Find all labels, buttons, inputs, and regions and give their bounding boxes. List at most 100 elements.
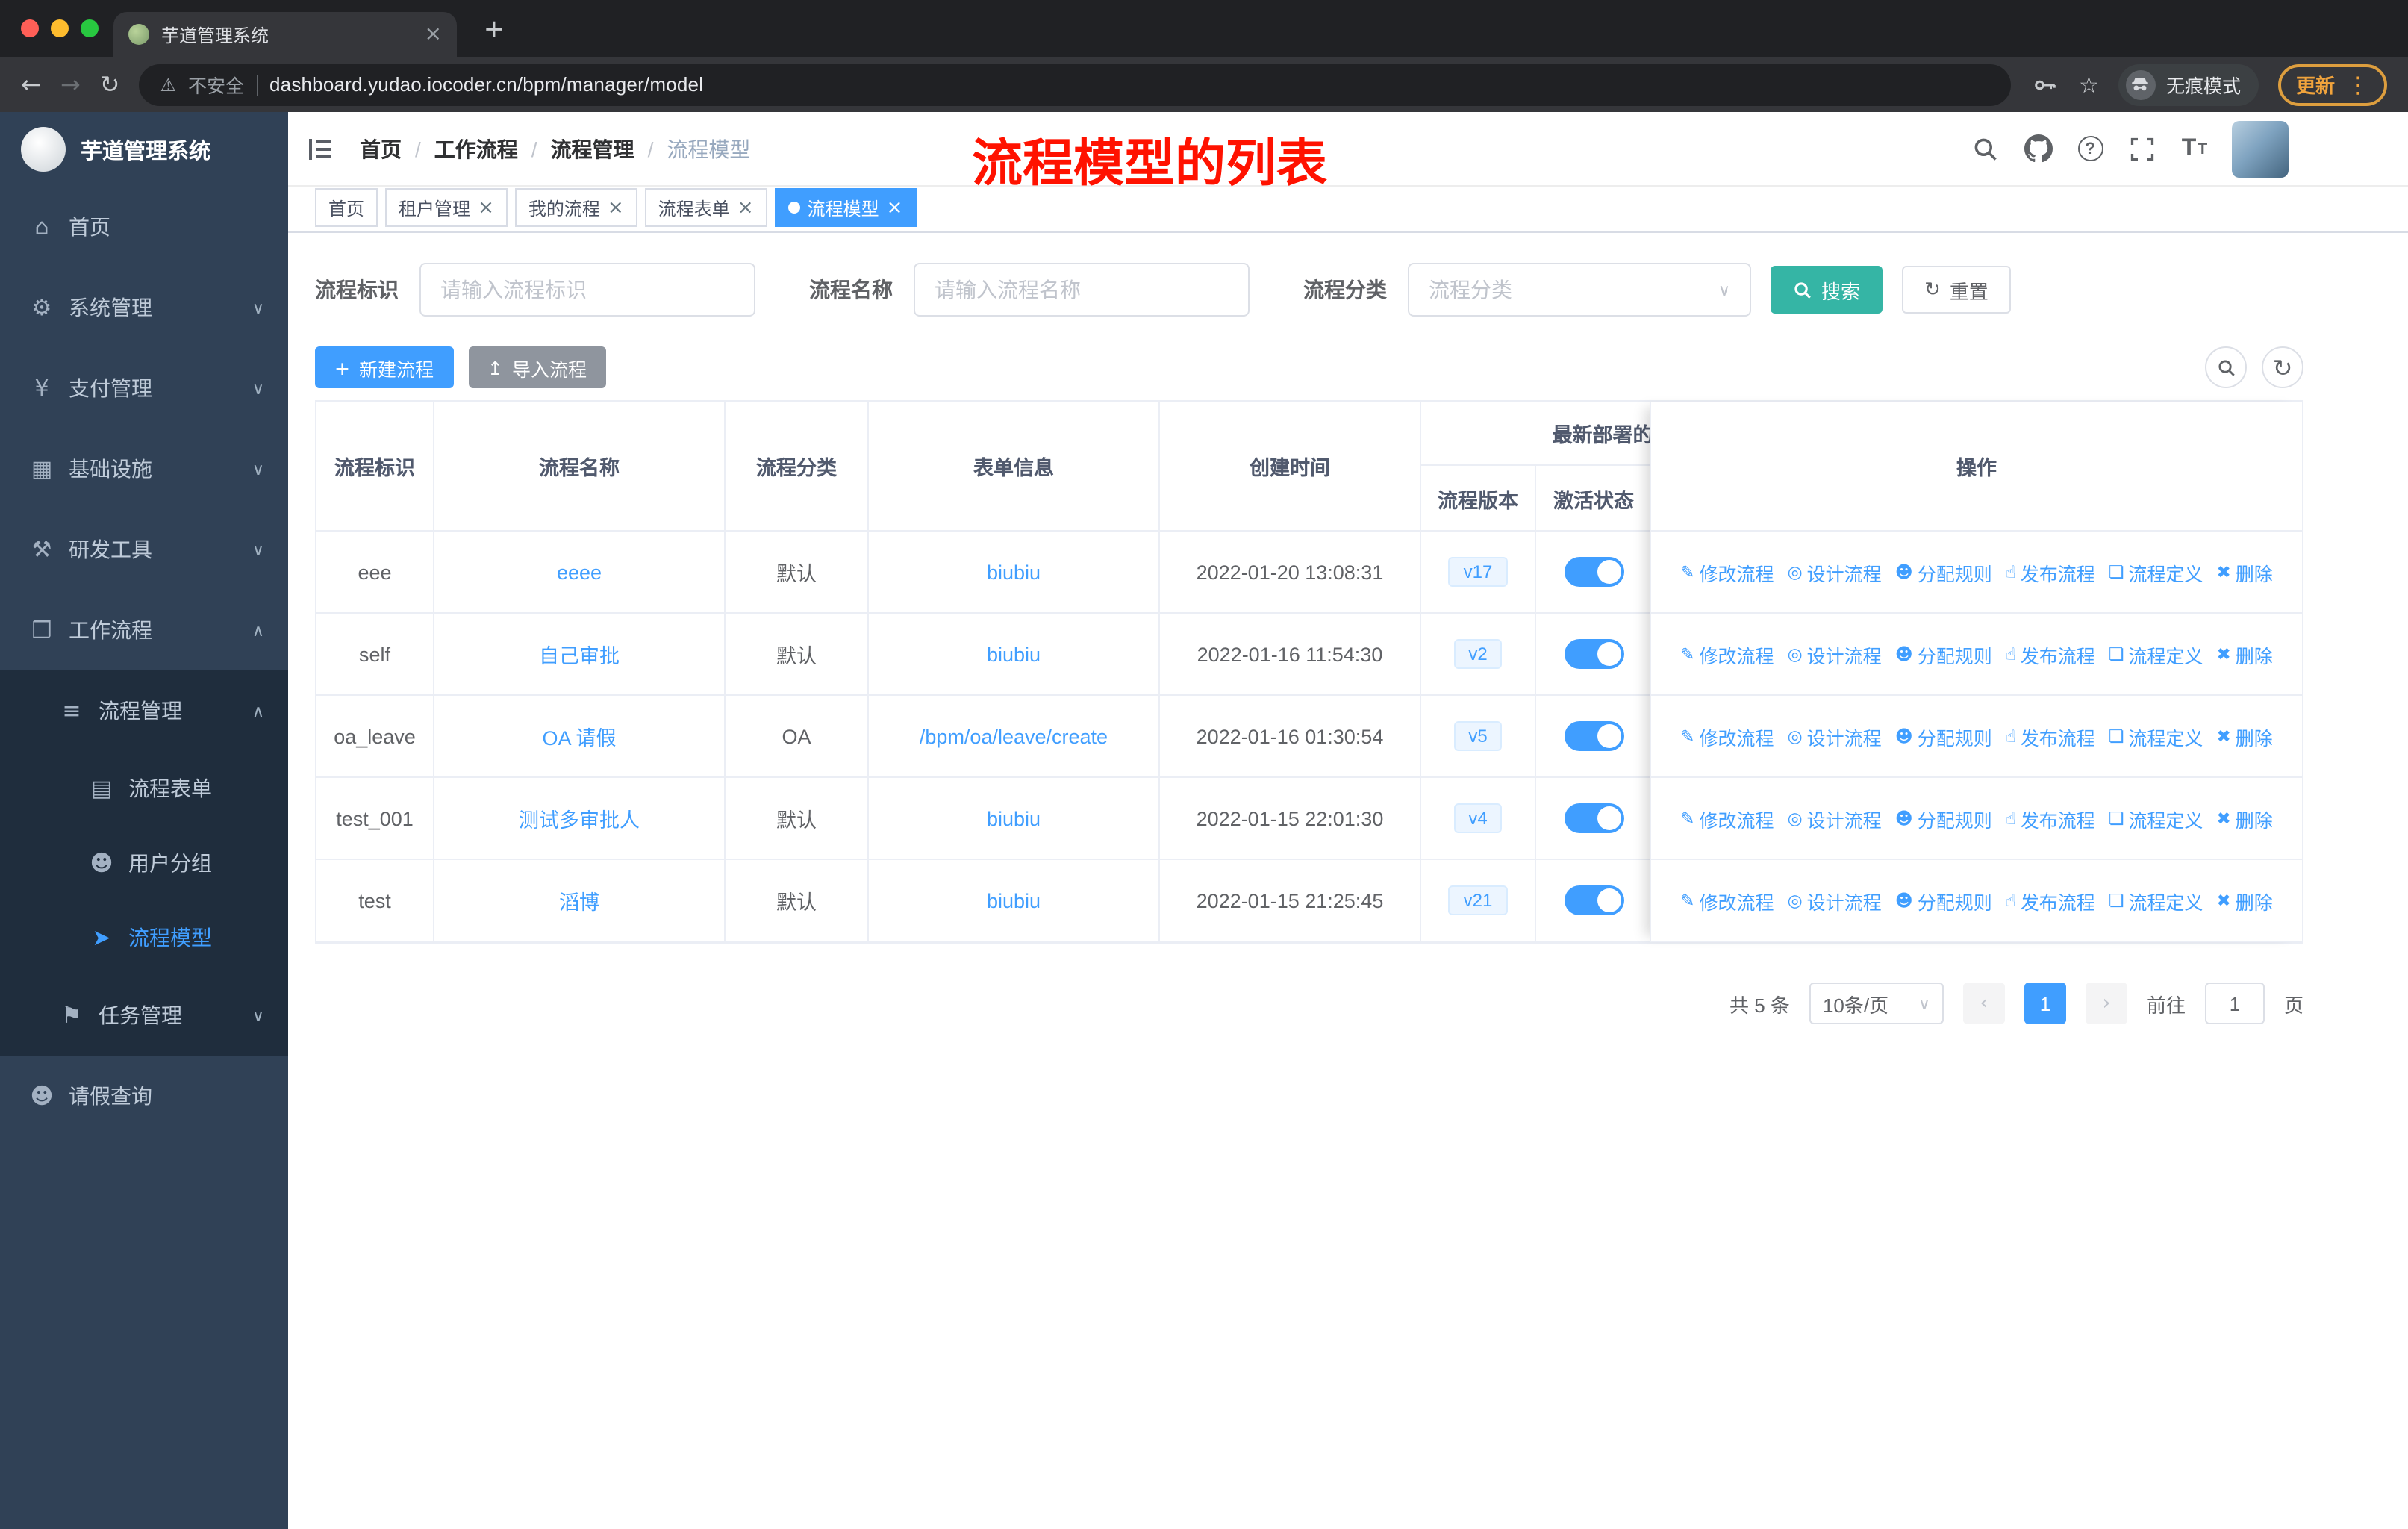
- action-delete-link[interactable]: 删除: [2216, 640, 2273, 668]
- search-button[interactable]: 搜索: [1771, 266, 1883, 314]
- form-info-link[interactable]: biubiu: [987, 889, 1041, 912]
- action-delete-link[interactable]: 删除: [2216, 558, 2273, 586]
- action-deploy-link[interactable]: 发布流程: [2006, 804, 2095, 832]
- action-definition-link[interactable]: 流程定义: [2109, 558, 2203, 586]
- browser-tab[interactable]: 芋道管理系统 ×: [113, 12, 457, 57]
- toggle-search-button[interactable]: [2205, 346, 2247, 388]
- browser-menu-icon[interactable]: ⋮: [2347, 71, 2369, 98]
- sidebar-item-user-group[interactable]: 用户分组: [0, 826, 288, 900]
- action-update-link[interactable]: 修改流程: [1680, 886, 1774, 915]
- fullscreen-icon[interactable]: [2127, 134, 2157, 164]
- process-category-select[interactable]: 流程分类: [1408, 263, 1751, 317]
- action-design-link[interactable]: 设计流程: [1788, 558, 1882, 586]
- action-design-link[interactable]: 设计流程: [1788, 640, 1882, 668]
- tag-process-form[interactable]: 流程表单: [644, 188, 767, 227]
- window-close-button[interactable]: [21, 19, 39, 37]
- action-design-link[interactable]: 设计流程: [1788, 804, 1882, 832]
- tag-close-icon[interactable]: [737, 198, 754, 217]
- github-icon[interactable]: [2023, 134, 2053, 164]
- form-info-link[interactable]: biubiu: [987, 807, 1041, 829]
- window-minimize-button[interactable]: [51, 19, 69, 37]
- active-toggle[interactable]: [1564, 639, 1623, 669]
- form-info-link[interactable]: biubiu: [987, 643, 1041, 665]
- action-definition-link[interactable]: 流程定义: [2109, 804, 2203, 832]
- sidebar-item-process-form[interactable]: 流程表单: [0, 751, 288, 826]
- goto-page-input[interactable]: [2204, 983, 2265, 1024]
- page-size-select[interactable]: 10条/页: [1809, 983, 1944, 1024]
- create-process-button[interactable]: + 新建流程: [315, 346, 453, 388]
- tag-my-process[interactable]: 我的流程: [514, 188, 637, 227]
- active-toggle[interactable]: [1564, 885, 1623, 915]
- action-delete-link[interactable]: 删除: [2216, 804, 2273, 832]
- action-definition-link[interactable]: 流程定义: [2109, 722, 2203, 750]
- action-assign-rule-link[interactable]: 分配规则: [1895, 558, 1992, 586]
- active-toggle[interactable]: [1564, 803, 1623, 833]
- user-avatar[interactable]: [2232, 120, 2289, 177]
- active-toggle[interactable]: [1564, 721, 1623, 751]
- back-icon[interactable]: ←: [21, 72, 41, 96]
- action-update-link[interactable]: 修改流程: [1680, 640, 1774, 668]
- tag-close-icon[interactable]: [887, 198, 903, 217]
- sidebar-item-home[interactable]: 首页: [0, 187, 288, 267]
- tag-close-icon[interactable]: [608, 198, 624, 217]
- action-deploy-link[interactable]: 发布流程: [2006, 886, 2095, 915]
- process-key-input[interactable]: [419, 263, 755, 317]
- tag-home[interactable]: 首页: [315, 188, 378, 227]
- next-page-button[interactable]: [2085, 983, 2127, 1024]
- action-definition-link[interactable]: 流程定义: [2109, 640, 2203, 668]
- process-name-input[interactable]: [914, 263, 1250, 317]
- process-name-link[interactable]: eeee: [557, 561, 602, 583]
- tab-close-icon[interactable]: ×: [425, 24, 442, 45]
- action-design-link[interactable]: 设计流程: [1788, 886, 1882, 915]
- action-update-link[interactable]: 修改流程: [1680, 722, 1774, 750]
- address-bar[interactable]: ⚠ 不安全 dashboard.yudao.iocoder.cn/bpm/man…: [139, 63, 2011, 105]
- reset-button[interactable]: ↻ 重置: [1902, 266, 2011, 314]
- sidebar-item-workflow[interactable]: 工作流程: [0, 590, 288, 670]
- key-icon[interactable]: [2030, 69, 2059, 99]
- breadcrumb-process-management[interactable]: 流程管理: [551, 134, 634, 164]
- form-info-link[interactable]: /bpm/oa/leave/create: [920, 725, 1108, 747]
- process-name-link[interactable]: OA 请假: [542, 721, 616, 751]
- refresh-table-button[interactable]: ↻: [2262, 346, 2303, 388]
- process-name-link[interactable]: 测试多审批人: [519, 803, 640, 833]
- action-update-link[interactable]: 修改流程: [1680, 558, 1774, 586]
- action-deploy-link[interactable]: 发布流程: [2006, 640, 2095, 668]
- sidebar-item-process-model[interactable]: 流程模型: [0, 900, 288, 975]
- process-name-link[interactable]: 滔博: [559, 885, 599, 915]
- tag-process-model[interactable]: 流程模型: [774, 188, 917, 227]
- browser-update-button[interactable]: 更新 ⋮: [2277, 63, 2387, 105]
- help-icon[interactable]: [2075, 134, 2105, 164]
- active-toggle[interactable]: [1564, 557, 1623, 587]
- sidebar-item-process-management[interactable]: 流程管理: [0, 670, 288, 751]
- sidebar-item-task-management[interactable]: 任务管理: [0, 975, 288, 1056]
- breadcrumb-home[interactable]: 首页: [360, 134, 402, 164]
- action-deploy-link[interactable]: 发布流程: [2006, 558, 2095, 586]
- action-assign-rule-link[interactable]: 分配规则: [1895, 722, 1992, 750]
- action-definition-link[interactable]: 流程定义: [2109, 886, 2203, 915]
- app-logo[interactable]: 芋道管理系统: [0, 112, 288, 187]
- current-page-button[interactable]: 1: [2024, 983, 2066, 1024]
- action-deploy-link[interactable]: 发布流程: [2006, 722, 2095, 750]
- sidebar-item-infrastructure[interactable]: 基础设施: [0, 429, 288, 509]
- breadcrumb-workflow[interactable]: 工作流程: [434, 134, 518, 164]
- action-update-link[interactable]: 修改流程: [1680, 804, 1774, 832]
- reload-icon[interactable]: ↻: [100, 72, 120, 96]
- bookmark-star-icon[interactable]: ☆: [2079, 71, 2099, 98]
- process-name-link[interactable]: 自己审批: [539, 639, 620, 669]
- action-delete-link[interactable]: 删除: [2216, 886, 2273, 915]
- window-zoom-button[interactable]: [81, 19, 99, 37]
- new-tab-button[interactable]: +: [478, 13, 511, 46]
- action-delete-link[interactable]: 删除: [2216, 722, 2273, 750]
- action-assign-rule-link[interactable]: 分配规则: [1895, 640, 1992, 668]
- sidebar-item-leave-query[interactable]: 请假查询: [0, 1056, 288, 1136]
- action-assign-rule-link[interactable]: 分配规则: [1895, 886, 1992, 915]
- form-info-link[interactable]: biubiu: [987, 561, 1041, 583]
- font-size-icon[interactable]: [2180, 134, 2209, 164]
- sidebar-item-payment[interactable]: 支付管理: [0, 348, 288, 429]
- tag-close-icon[interactable]: [478, 198, 494, 217]
- tag-tenant-management[interactable]: 租户管理: [385, 188, 508, 227]
- action-design-link[interactable]: 设计流程: [1788, 722, 1882, 750]
- prev-page-button[interactable]: [1962, 983, 2005, 1024]
- sidebar-item-devtools[interactable]: 研发工具: [0, 509, 288, 590]
- search-icon[interactable]: [1971, 134, 2000, 164]
